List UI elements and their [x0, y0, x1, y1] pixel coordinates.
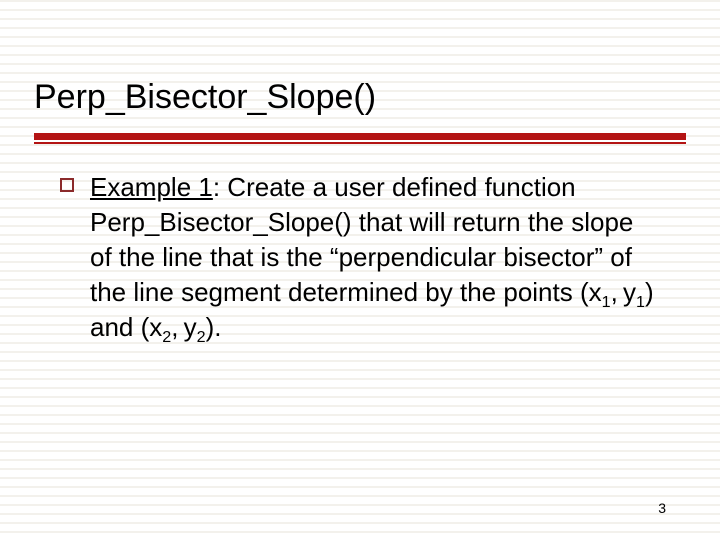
body-between-1: , y	[611, 277, 636, 307]
title-underline-thin	[34, 142, 686, 144]
body-area: Example 1: Create a user defined functio…	[60, 170, 660, 345]
bullet-text: Example 1: Create a user defined functio…	[90, 170, 660, 345]
title-underline-thick	[34, 133, 686, 140]
bullet-item: Example 1: Create a user defined functio…	[60, 170, 660, 345]
body-end: ).	[206, 312, 222, 342]
body-between-2: , y	[171, 312, 196, 342]
sub-1a: 1	[602, 293, 611, 311]
sub-2a: 2	[162, 329, 171, 347]
title-area: Perp_Bisector_Slope()	[34, 78, 686, 144]
slide-title: Perp_Bisector_Slope()	[34, 78, 686, 129]
page-number: 3	[658, 500, 666, 516]
example-colon: :	[213, 172, 220, 202]
sub-1b: 1	[636, 293, 645, 311]
slide: Perp_Bisector_Slope() Example 1: Create …	[0, 0, 720, 540]
square-bullet-icon	[60, 178, 74, 192]
example-label: Example 1	[90, 172, 213, 202]
sub-2b: 2	[197, 329, 206, 347]
